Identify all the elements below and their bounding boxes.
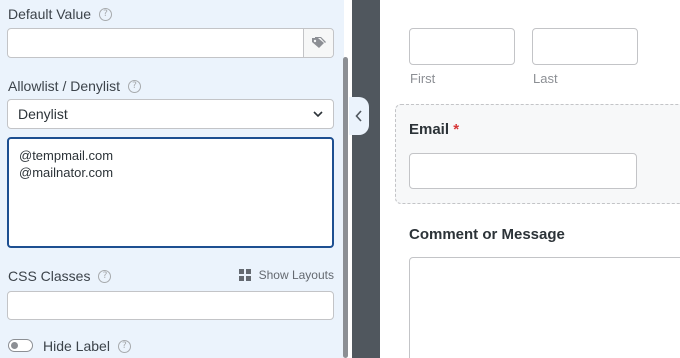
- help-icon[interactable]: ?: [98, 269, 112, 283]
- css-classes-input[interactable]: [7, 291, 334, 320]
- css-classes-label-row: CSS Classes ?: [8, 268, 112, 284]
- denylist-entry: @tempmail.com: [19, 148, 114, 163]
- hide-label-label: Hide Label: [43, 338, 110, 354]
- chevron-left-icon: [355, 110, 362, 122]
- field-options-panel: Default Value ? Allowlist / Denylist ? D…: [0, 0, 344, 358]
- first-sublabel: First: [410, 71, 436, 86]
- hide-label-toggle[interactable]: [8, 339, 33, 352]
- hide-label-row: Hide Label ?: [43, 338, 131, 354]
- default-value-label-row: Default Value ?: [8, 6, 113, 22]
- form-preview: First Last Email * Comment or Message: [380, 0, 680, 358]
- first-name-input[interactable]: [409, 28, 515, 65]
- grid-icon: [238, 269, 251, 281]
- chevron-down-icon: [313, 111, 323, 118]
- denylist-entry: @mailnator.com: [19, 165, 114, 180]
- comment-label: Comment or Message: [409, 226, 565, 243]
- collapse-panel-button[interactable]: [349, 97, 369, 135]
- allowlist-label: Allowlist / Denylist: [8, 78, 121, 94]
- email-label: Email: [409, 121, 450, 138]
- tag-icon: [311, 37, 326, 48]
- last-sublabel: Last: [533, 71, 558, 86]
- help-icon[interactable]: ?: [128, 79, 142, 93]
- denylist-textarea[interactable]: @tempmail.com @mailnator.com: [7, 137, 334, 248]
- email-input[interactable]: [409, 153, 637, 189]
- show-layouts-link[interactable]: Show Layouts: [238, 268, 334, 282]
- smart-tags-button[interactable]: [303, 29, 333, 57]
- required-marker: *: [453, 121, 460, 138]
- toggle-knob: [11, 341, 18, 349]
- default-value-label: Default Value: [8, 6, 92, 22]
- css-classes-label: CSS Classes: [8, 268, 91, 284]
- comment-textarea[interactable]: [409, 257, 680, 358]
- show-layouts-label: Show Layouts: [258, 268, 334, 282]
- email-label-row: Email *: [409, 121, 459, 138]
- last-name-input[interactable]: [532, 28, 638, 65]
- default-value-input[interactable]: [7, 28, 334, 58]
- allowlist-select[interactable]: Denylist: [7, 99, 334, 129]
- help-icon[interactable]: ?: [99, 7, 113, 21]
- panel-divider: [352, 0, 380, 358]
- help-icon[interactable]: ?: [117, 339, 131, 353]
- allowlist-label-row: Allowlist / Denylist ?: [8, 78, 142, 94]
- panel-scrollbar[interactable]: [343, 57, 348, 358]
- allowlist-selected-value: Denylist: [18, 106, 68, 122]
